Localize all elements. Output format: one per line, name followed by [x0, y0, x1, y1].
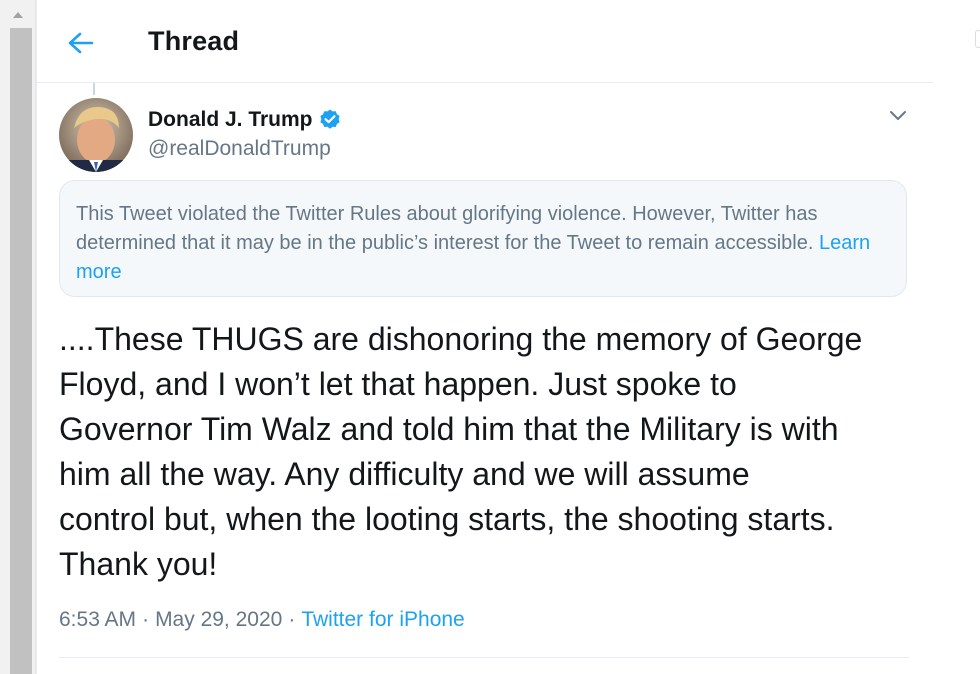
- sidebar-edge-mark: [975, 30, 980, 48]
- thread-connector-line: [93, 83, 95, 95]
- tweet-metadata: 6:53 AM · May 29, 2020 · Twitter for iPh…: [59, 608, 465, 632]
- arrow-left-icon: [68, 32, 94, 54]
- tweet-text: ....These THUGS are dishonoring the memo…: [59, 321, 863, 582]
- tweet-menu-button[interactable]: [884, 102, 912, 130]
- scrollbar-thumb[interactable]: [10, 28, 32, 674]
- page-scrollbar[interactable]: [0, 0, 36, 674]
- notice-text: This Tweet violated the Twitter Rules ab…: [76, 203, 819, 254]
- author-handle[interactable]: @realDonaldTrump: [148, 137, 342, 161]
- author-name[interactable]: Donald J. Trump: [148, 108, 313, 132]
- verified-badge-icon: [318, 108, 342, 132]
- thread-column: Thread Donald J. Trump @realDonaldTrump …: [36, 0, 934, 674]
- right-sidebar-edge: [933, 0, 980, 674]
- divider: [59, 657, 909, 658]
- back-button[interactable]: [63, 25, 99, 61]
- tweet-date[interactable]: May 29, 2020: [155, 608, 282, 632]
- page-title: Thread: [148, 26, 240, 56]
- thread-header: Thread: [37, 0, 933, 83]
- tweet-source-link[interactable]: Twitter for iPhone: [301, 608, 464, 632]
- tweet-author[interactable]: Donald J. Trump @realDonaldTrump: [148, 106, 342, 161]
- avatar[interactable]: [59, 98, 133, 172]
- scroll-up-arrow-icon[interactable]: [8, 6, 28, 22]
- meta-separator: ·: [142, 608, 150, 631]
- tweet-time[interactable]: 6:53 AM: [59, 608, 136, 632]
- chevron-down-icon: [890, 111, 906, 120]
- rules-violation-notice: This Tweet violated the Twitter Rules ab…: [59, 180, 907, 297]
- meta-separator: ·: [288, 608, 296, 631]
